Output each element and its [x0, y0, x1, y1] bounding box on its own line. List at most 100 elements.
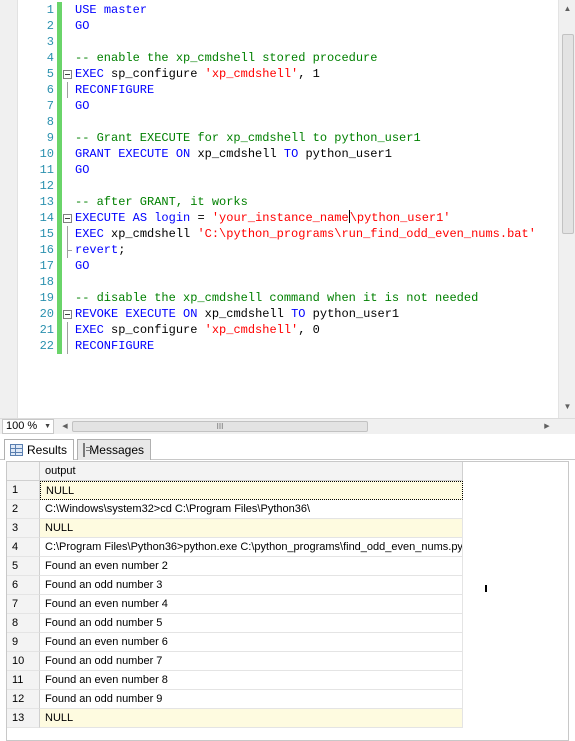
code-line[interactable]: EXEC sp_configure 'xp_cmdshell', 1 — [62, 66, 558, 82]
sql-text: sp_configure — [103, 323, 205, 337]
output-cell[interactable]: Found an even number 2 — [40, 557, 463, 576]
row-number[interactable]: 10 — [7, 652, 40, 671]
code-line[interactable]: -- enable the xp_cmdshell stored procedu… — [62, 50, 558, 66]
column-header-output[interactable]: output — [40, 462, 463, 481]
code-area[interactable]: USE master GO -- enable the xp_cmdshell st… — [62, 2, 558, 354]
code-line[interactable]: EXEC xp_cmdshell 'C:\python_programs\run… — [62, 226, 558, 242]
row-number[interactable]: 3 — [7, 519, 40, 538]
row-number[interactable]: 12 — [7, 690, 40, 709]
output-cell[interactable]: Found an even number 6 — [40, 633, 463, 652]
row-number[interactable]: 2 — [7, 500, 40, 519]
output-cell[interactable]: NULL — [40, 709, 463, 728]
sql-keyword: EXECUTE — [118, 147, 169, 161]
code-line[interactable]: GO — [62, 258, 558, 274]
code-line[interactable]: -- disable the xp_cmdshell command when … — [62, 290, 558, 306]
output-cell[interactable]: C:\Windows\system32>cd C:\Program Files\… — [40, 500, 463, 519]
line-number: 2 — [46, 19, 54, 33]
row-number[interactable]: 6 — [7, 576, 40, 595]
table-row[interactable]: 3 NULL — [7, 519, 463, 538]
table-row[interactable]: 4 C:\Program Files\Python36>python.exe C:… — [7, 538, 463, 557]
row-number[interactable]: 7 — [7, 595, 40, 614]
code-line[interactable]: REVOKE EXECUTE ON xp_cmdshell TO python_… — [62, 306, 558, 322]
code-line[interactable]: GO — [62, 18, 558, 34]
sql-keyword: EXECUTE — [125, 307, 176, 321]
output-cell[interactable]: Found an odd number 9 — [40, 690, 463, 709]
code-line[interactable] — [62, 114, 558, 130]
row-number[interactable]: 11 — [7, 671, 40, 690]
output-cell[interactable]: NULL — [40, 481, 463, 500]
table-row[interactable]: 5 Found an even number 2 — [7, 557, 463, 576]
table-row[interactable]: 1 NULL — [7, 481, 463, 500]
editor-horizontal-scrollbar[interactable]: ◀ III ▶ — [58, 419, 554, 434]
table-row[interactable]: 12 Found an odd number 9 — [7, 690, 463, 709]
code-line[interactable] — [62, 34, 558, 50]
line-number: 4 — [46, 51, 54, 65]
code-line[interactable]: GRANT EXECUTE ON xp_cmdshell TO python_u… — [62, 146, 558, 162]
table-row[interactable]: 9 Found an even number 6 — [7, 633, 463, 652]
collapse-icon[interactable] — [63, 214, 72, 223]
arrow-left-icon[interactable]: ◀ — [58, 419, 72, 434]
grid-header-row: output — [7, 462, 463, 481]
row-number[interactable]: 9 — [7, 633, 40, 652]
code-line[interactable]: -- after GRANT, it works — [62, 194, 558, 210]
query-editor[interactable]: 1 2 3 4 5 6 7 8 9 10 11 12 13 14 15 16 17 18 19 20 21 22 USE … — [0, 0, 575, 418]
chevron-down-icon[interactable]: ▼ — [44, 420, 51, 433]
output-cell[interactable]: Found an odd number 5 — [40, 614, 463, 633]
results-tabstrip: Results Messages — [0, 435, 575, 460]
code-line[interactable]: EXECUTE AS login = 'your_instance_name\p… — [62, 210, 558, 226]
code-line[interactable]: RECONFIGURE — [62, 82, 558, 98]
output-cell[interactable]: Found an odd number 3 — [40, 576, 463, 595]
tab-results-label: Results — [26, 443, 67, 457]
code-line[interactable]: GO — [62, 98, 558, 114]
table-row[interactable]: 13 NULL — [7, 709, 463, 728]
collapse-icon[interactable] — [63, 70, 72, 79]
row-number[interactable]: 1 — [7, 481, 40, 500]
output-cell[interactable]: Found an even number 4 — [40, 595, 463, 614]
sql-text: ; — [118, 243, 126, 257]
row-number[interactable]: 8 — [7, 614, 40, 633]
line-number: 1 — [46, 3, 54, 17]
code-line[interactable] — [62, 274, 558, 290]
table-row[interactable]: 8 Found an odd number 5 — [7, 614, 463, 633]
horizontal-scroll-thumb[interactable]: III — [72, 421, 368, 432]
zoom-select[interactable]: 100 % ▼ — [2, 419, 54, 434]
table-row[interactable]: 2 C:\Windows\system32>cd C:\Program Files… — [7, 500, 463, 519]
table-row[interactable]: 7 Found an even number 4 — [7, 595, 463, 614]
output-cell[interactable]: Found an even number 8 — [40, 671, 463, 690]
code-line[interactable] — [62, 178, 558, 194]
arrow-up-icon[interactable]: ▲ — [559, 0, 575, 17]
line-number: 20 — [39, 307, 54, 321]
sql-text: = — [190, 211, 212, 225]
output-cell[interactable]: Found an odd number 7 — [40, 652, 463, 671]
row-number[interactable]: 13 — [7, 709, 40, 728]
vertical-scroll-thumb[interactable] — [562, 34, 574, 234]
code-line[interactable]: GO — [62, 162, 558, 178]
code-line[interactable]: USE master — [62, 2, 558, 18]
line-number: 8 — [46, 115, 54, 129]
editor-vertical-scrollbar[interactable]: ▲ ▼ — [558, 0, 575, 418]
tab-messages-label: Messages — [89, 443, 144, 457]
results-grid[interactable]: output 1 NULL 2 C:\Windows\system32>cd C:\P… — [6, 461, 569, 741]
output-cell[interactable]: C:\Program Files\Python36>python.exe C:\… — [40, 538, 463, 557]
code-line[interactable]: RECONFIGURE — [62, 338, 558, 354]
arrow-right-icon[interactable]: ▶ — [540, 419, 554, 434]
sql-text: xp_cmdshell — [103, 227, 198, 241]
tab-results[interactable]: Results — [4, 439, 74, 460]
output-cell[interactable]: NULL — [40, 519, 463, 538]
arrow-down-icon[interactable]: ▼ — [559, 398, 575, 415]
table-row[interactable]: 6 Found an odd number 3 — [7, 576, 463, 595]
row-number[interactable]: 5 — [7, 557, 40, 576]
row-number[interactable]: 4 — [7, 538, 40, 557]
code-line[interactable]: revert; — [62, 242, 558, 258]
table-row[interactable]: 11 Found an even number 8 — [7, 671, 463, 690]
tab-messages[interactable]: Messages — [77, 439, 151, 460]
code-line[interactable]: -- Grant EXECUTE for xp_cmdshell to pyth… — [62, 130, 558, 146]
collapse-icon[interactable] — [63, 310, 72, 319]
table-row[interactable]: 10 Found an odd number 7 — [7, 652, 463, 671]
code-line[interactable]: EXEC sp_configure 'xp_cmdshell', 0 — [62, 322, 558, 338]
grid-corner-cell[interactable] — [7, 462, 40, 481]
sql-keyword: RECONFIGURE — [75, 339, 155, 353]
fold-guide — [67, 82, 68, 98]
